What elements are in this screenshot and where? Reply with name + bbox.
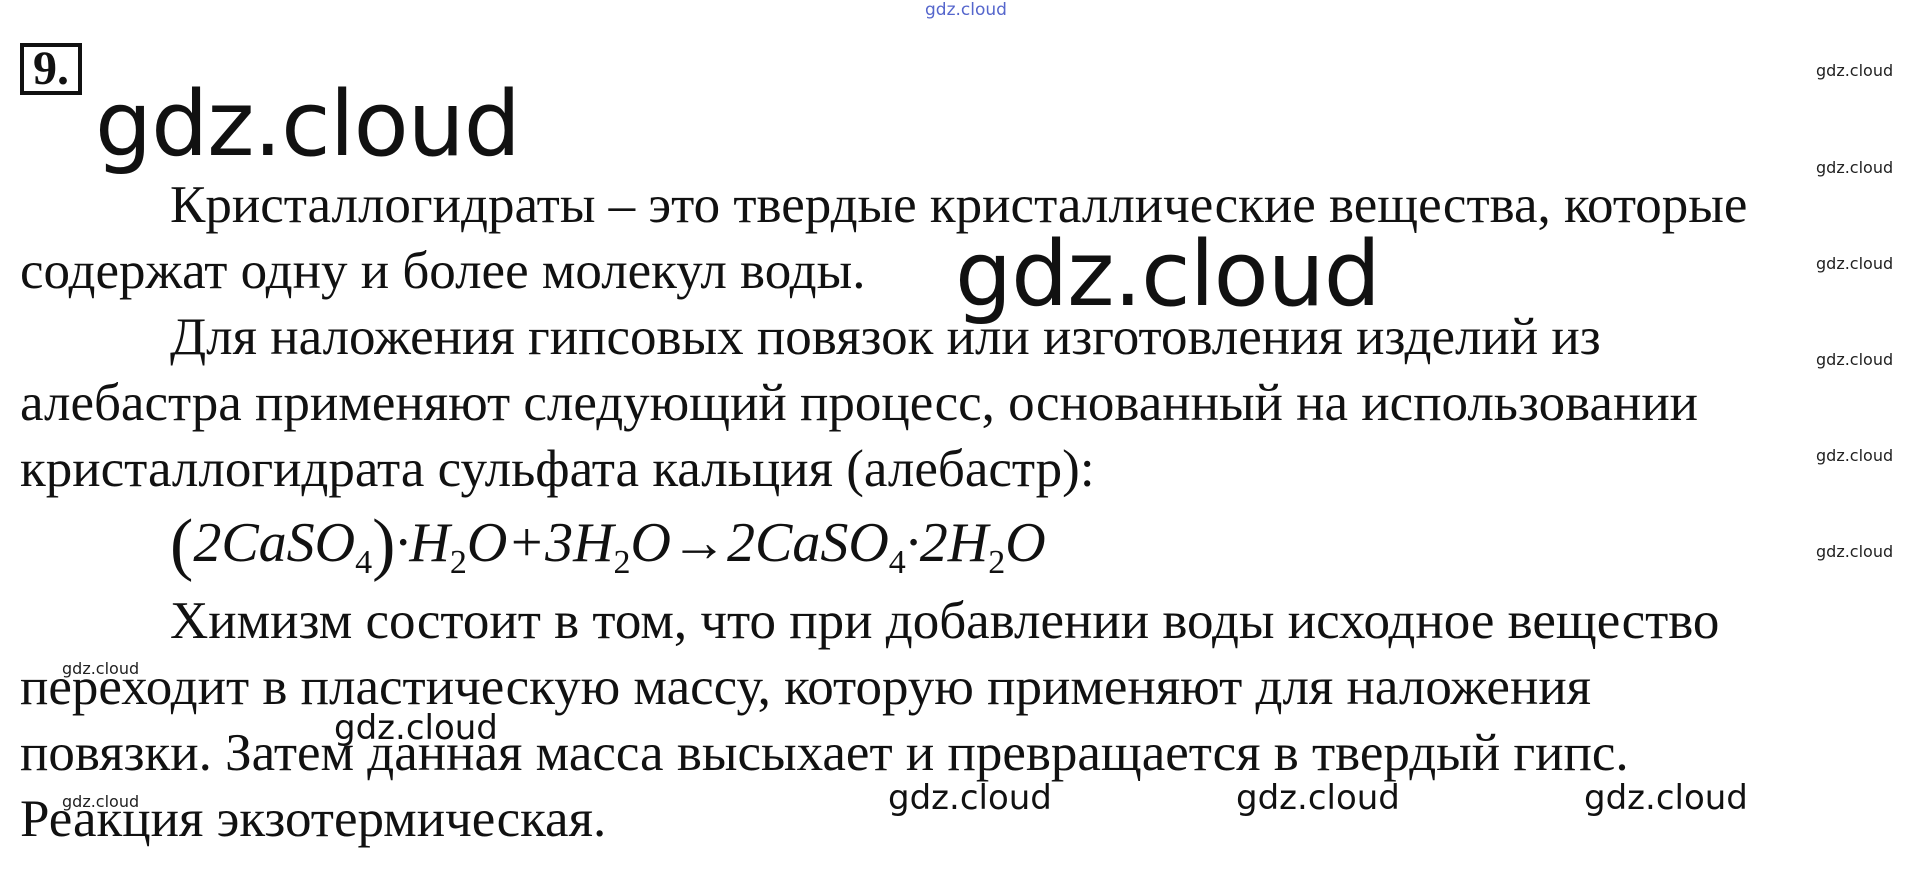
paragraph-2-line-3: кристаллогидрата сульфата кальция (алеба… — [20, 440, 1095, 498]
paragraph-2-line-1: Для наложения гипсовых повязок или изгот… — [170, 308, 1601, 366]
watermark-right-2: gdz.cloud — [1816, 158, 1894, 177]
watermark-right-6: gdz.cloud — [1816, 542, 1894, 561]
paragraph-3-line-1: Химизм состоит в том, что при добавлении… — [170, 592, 1720, 650]
paragraph-2-line-2: алебастра применяют следующий процесс, о… — [20, 374, 1699, 432]
watermark-top: gdz.cloud — [925, 0, 1007, 20]
reaction-equation: (2CaSO4)·H2O+3H2O→2CaSO4·2H2O — [170, 506, 1046, 583]
watermark-right-3: gdz.cloud — [1816, 254, 1894, 273]
paragraph-1-line-1: Кристаллогидраты – это твердые кристалли… — [170, 176, 1748, 234]
watermark-right-1: gdz.cloud — [1816, 61, 1894, 80]
paragraph-3-line-2: переходит в пластическую массу, которую … — [20, 658, 1592, 716]
problem-number: 9. — [20, 43, 82, 95]
watermark-right-4: gdz.cloud — [1816, 350, 1894, 369]
paragraph-3-line-3: повязки. Затем данная масса высыхает и п… — [20, 724, 1629, 782]
paragraph-1-line-2: содержат одну и более молекул воды. — [20, 242, 866, 300]
paragraph-3-line-4: Реакция экзотермическая. — [20, 790, 607, 848]
watermark-right-5: gdz.cloud — [1816, 446, 1894, 465]
watermark-large-1: gdz.cloud — [95, 72, 521, 177]
